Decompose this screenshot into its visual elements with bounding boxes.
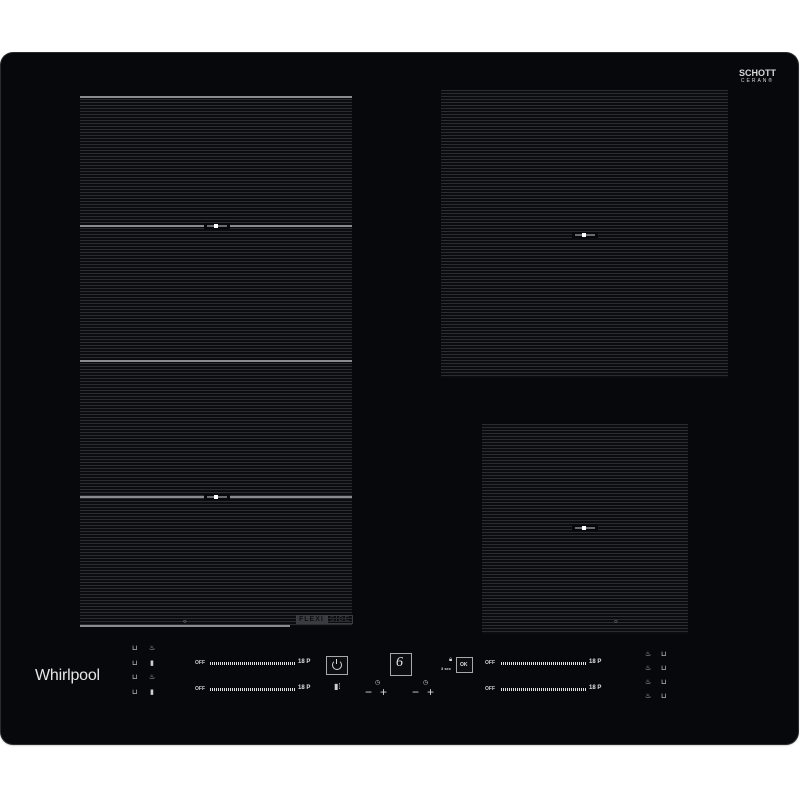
power-slider-right-rear[interactable]	[501, 662, 587, 665]
power-icon-bar	[336, 659, 337, 664]
slider-off-label[interactable]: OFF	[195, 686, 205, 692]
slider-max-label[interactable]: 18 P	[589, 685, 601, 691]
sixth-sense-label: 6	[396, 655, 403, 670]
slider-max-label[interactable]: 18 P	[298, 685, 310, 691]
pan-icon[interactable]: ♨	[149, 645, 155, 652]
timer-plus-button[interactable]: +	[380, 686, 387, 698]
pan-icon[interactable]: ♨	[645, 651, 651, 658]
power-icon	[332, 660, 342, 670]
pot-icon[interactable]: ⊔	[661, 679, 666, 686]
sixth-sense-button[interactable]: 6	[390, 653, 412, 676]
grill-icon[interactable]: ⊔	[661, 665, 666, 672]
timer-minus-button[interactable]: −	[365, 686, 372, 698]
slider-off-label[interactable]: OFF	[485, 686, 495, 692]
keep-warm-icon[interactable]: ▮	[150, 689, 154, 696]
side-text: SIDE	[326, 615, 354, 624]
timer-icon: ○	[614, 619, 618, 625]
pot-icon[interactable]: ⊔	[661, 651, 666, 658]
whirlpool-logo: Whirlpool	[35, 667, 100, 684]
schott-ceran-logo: SCHOTT CERAN®	[739, 68, 776, 84]
keep-warm-icon[interactable]: ▮	[150, 660, 154, 667]
slider-max-label[interactable]: 18 P	[589, 659, 601, 665]
ok-label: OK	[460, 662, 468, 668]
bridge-icon[interactable]: ▮⁞	[334, 683, 341, 691]
timer-icon: ○	[183, 619, 187, 625]
pan-icon[interactable]: ♨	[645, 679, 651, 686]
slider-off-label[interactable]: OFF	[485, 660, 495, 666]
zone-center-marker	[204, 223, 230, 229]
induction-hob: SCHOTT CERAN® FLEXI SIDE Whirlpool ⊔ ♨ ⊔…	[1, 53, 798, 744]
keep-warm-icon[interactable]: ♨	[645, 665, 651, 672]
zone-center-marker	[204, 494, 230, 500]
zone-center-marker	[572, 525, 598, 531]
pot-icon[interactable]: ⊔	[132, 645, 137, 652]
ok-button[interactable]: OK	[456, 657, 473, 673]
power-button[interactable]	[326, 656, 348, 675]
lock-duration-label: 3 sec	[441, 666, 452, 671]
power-slider-right-front[interactable]	[501, 688, 587, 691]
grill-icon[interactable]: ⊔	[661, 693, 666, 700]
flexi-divider-2	[80, 360, 352, 362]
power-slider-left-front[interactable]	[210, 688, 296, 691]
schott-text: SCHOTT	[739, 68, 776, 78]
timer-plus-button[interactable]: +	[427, 686, 434, 698]
flexi-side-label: FLEXI SIDE	[296, 615, 354, 624]
zone-edge	[80, 96, 352, 98]
slider-off-label[interactable]: OFF	[195, 660, 205, 666]
zone-center-marker	[572, 232, 598, 238]
lock-icon: 🔒︎	[449, 657, 453, 663]
keep-warm-icon[interactable]: ♨	[645, 693, 651, 700]
slider-max-label[interactable]: 18 P	[298, 659, 310, 665]
pan-icon[interactable]: ♨	[149, 674, 155, 681]
power-slider-left-rear[interactable]	[210, 662, 296, 665]
grill-icon[interactable]: ⊔	[132, 660, 137, 667]
grill-icon[interactable]: ⊔	[132, 689, 137, 696]
ceran-text: CERAN®	[740, 78, 775, 84]
timer-minus-button[interactable]: −	[412, 686, 419, 698]
pot-icon[interactable]: ⊔	[132, 674, 137, 681]
flexi-text: FLEXI	[296, 615, 327, 624]
